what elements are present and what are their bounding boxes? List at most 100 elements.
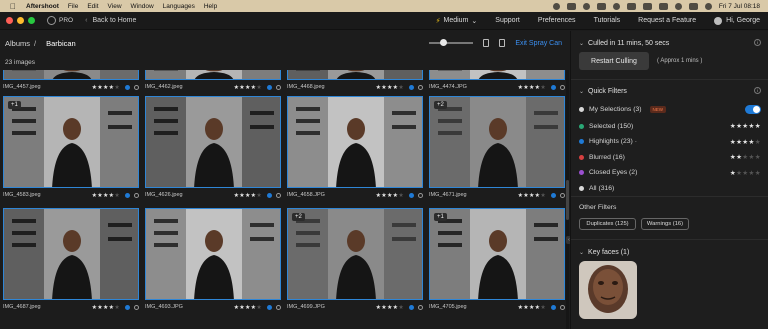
- star-icon[interactable]: ★: [114, 85, 120, 91]
- star-icon[interactable]: ★: [755, 139, 761, 146]
- zoom-slider[interactable]: [429, 39, 474, 46]
- star-icon[interactable]: ★: [755, 170, 761, 177]
- star-icon[interactable]: ★: [540, 193, 546, 199]
- photo-thumbnail[interactable]: +2: [429, 96, 565, 188]
- minimize-window-button[interactable]: [17, 17, 24, 24]
- menu-view[interactable]: View: [108, 3, 122, 10]
- menubar-datetime[interactable]: Fri 7 Jul 08:18: [719, 3, 760, 10]
- filter-star-rating[interactable]: ★★★★★: [730, 153, 761, 161]
- star-rating[interactable]: ★★★★★: [92, 192, 120, 199]
- status-icon[interactable]: [552, 2, 560, 10]
- back-to-home-button[interactable]: ‹ Back to Home: [85, 17, 136, 24]
- grid-scrollbar[interactable]: [566, 70, 569, 329]
- photo-thumbnail[interactable]: [145, 70, 281, 80]
- color-label-dot[interactable]: [125, 192, 130, 198]
- menu-app[interactable]: Aftershoot: [26, 3, 59, 10]
- color-label-dot[interactable]: [551, 84, 556, 90]
- photo-thumbnail[interactable]: [145, 208, 281, 300]
- nav-tutorials[interactable]: Tutorials: [594, 17, 621, 24]
- select-circle-icon[interactable]: [418, 192, 423, 198]
- search-icon[interactable]: [688, 2, 698, 10]
- color-label-dot[interactable]: [409, 192, 414, 198]
- close-window-button[interactable]: [6, 17, 13, 24]
- nav-request-feature[interactable]: Request a Feature: [638, 17, 696, 24]
- select-circle-icon[interactable]: [418, 304, 423, 310]
- battery-icon[interactable]: [658, 2, 668, 10]
- star-icon[interactable]: ★: [398, 193, 404, 199]
- color-label-dot[interactable]: [551, 192, 556, 198]
- status-icon[interactable]: [642, 2, 652, 10]
- stack-count-badge[interactable]: +2: [292, 213, 305, 221]
- status-icon[interactable]: [596, 2, 606, 10]
- menu-window[interactable]: Window: [131, 3, 154, 10]
- star-icon[interactable]: ★: [755, 123, 761, 130]
- select-circle-icon[interactable]: [560, 84, 565, 90]
- star-icon[interactable]: ★: [540, 85, 546, 91]
- info-icon[interactable]: i: [754, 39, 761, 46]
- select-circle-icon[interactable]: [560, 304, 565, 310]
- color-label-dot[interactable]: [409, 84, 414, 90]
- control-center-icon[interactable]: [704, 2, 712, 10]
- status-icon[interactable]: [582, 2, 590, 10]
- filter-star-rating[interactable]: ★★★★★: [730, 169, 761, 177]
- color-label-dot[interactable]: [267, 84, 272, 90]
- star-icon[interactable]: ★: [540, 305, 546, 311]
- key-face-thumbnail[interactable]: [579, 261, 637, 319]
- warnings-filter-button[interactable]: Warnings (16): [641, 218, 689, 230]
- my-selections-toggle[interactable]: [745, 104, 761, 114]
- select-circle-icon[interactable]: [560, 192, 565, 198]
- menu-file[interactable]: File: [68, 3, 78, 10]
- star-icon[interactable]: ★: [256, 85, 262, 91]
- star-icon[interactable]: ★: [256, 193, 262, 199]
- star-icon[interactable]: ★: [114, 193, 120, 199]
- status-icon[interactable]: [612, 2, 620, 10]
- photo-thumbnail[interactable]: [3, 70, 139, 80]
- filter-star-rating[interactable]: ★★★★★: [730, 122, 761, 130]
- star-rating[interactable]: ★★★★★: [376, 84, 404, 91]
- stack-count-badge[interactable]: +2: [434, 101, 447, 109]
- photo-thumbnail[interactable]: [287, 70, 423, 80]
- select-circle-icon[interactable]: [418, 84, 423, 90]
- star-rating[interactable]: ★★★★★: [92, 304, 120, 311]
- star-rating[interactable]: ★★★★★: [518, 304, 546, 311]
- nav-support[interactable]: Support: [495, 17, 520, 24]
- menu-edit[interactable]: Edit: [87, 3, 98, 10]
- star-rating[interactable]: ★★★★★: [518, 192, 546, 199]
- select-circle-icon[interactable]: [134, 304, 139, 310]
- zoom-window-button[interactable]: [28, 17, 35, 24]
- status-icon[interactable]: [566, 2, 576, 10]
- star-icon[interactable]: ★: [256, 305, 262, 311]
- select-circle-icon[interactable]: [134, 192, 139, 198]
- filter-row[interactable]: Selected (150) ★★★★★: [579, 120, 761, 132]
- color-label-dot[interactable]: [125, 304, 130, 310]
- star-rating[interactable]: ★★★★★: [518, 84, 546, 91]
- filter-row[interactable]: Closed Eyes (2) ★★★★★: [579, 167, 761, 179]
- star-rating[interactable]: ★★★★★: [376, 192, 404, 199]
- select-circle-icon[interactable]: [276, 84, 281, 90]
- culled-header[interactable]: ⌄ Culled in 11 mins, 50 secs: [571, 37, 768, 49]
- menu-help[interactable]: Help: [204, 3, 217, 10]
- photo-thumbnail[interactable]: +1: [3, 96, 139, 188]
- filter-star-rating[interactable]: ★★★★★: [730, 138, 761, 146]
- select-circle-icon[interactable]: [134, 84, 139, 90]
- breadcrumb-albums[interactable]: Albums: [5, 39, 30, 48]
- color-label-dot[interactable]: [409, 304, 414, 310]
- photo-thumbnail[interactable]: [287, 96, 423, 188]
- status-icon[interactable]: [626, 2, 636, 10]
- star-icon[interactable]: ★: [755, 154, 761, 161]
- wifi-icon[interactable]: [674, 2, 682, 10]
- compare-view-icon[interactable]: [499, 39, 506, 47]
- filter-row[interactable]: Blurred (16) ★★★★★: [579, 151, 761, 163]
- star-icon[interactable]: ★: [398, 85, 404, 91]
- nav-preferences[interactable]: Preferences: [538, 17, 576, 24]
- color-label-dot[interactable]: [267, 304, 272, 310]
- photo-thumbnail[interactable]: +2: [287, 208, 423, 300]
- select-circle-icon[interactable]: [276, 192, 281, 198]
- speed-dropdown[interactable]: ⚡ Medium ⌄: [436, 17, 478, 25]
- duplicates-filter-button[interactable]: Duplicates (125): [579, 218, 636, 230]
- stack-count-badge[interactable]: +1: [434, 213, 447, 221]
- filter-row[interactable]: All (316): [579, 182, 761, 194]
- photo-thumbnail[interactable]: [145, 96, 281, 188]
- color-label-dot[interactable]: [125, 84, 130, 90]
- star-rating[interactable]: ★★★★★: [234, 304, 262, 311]
